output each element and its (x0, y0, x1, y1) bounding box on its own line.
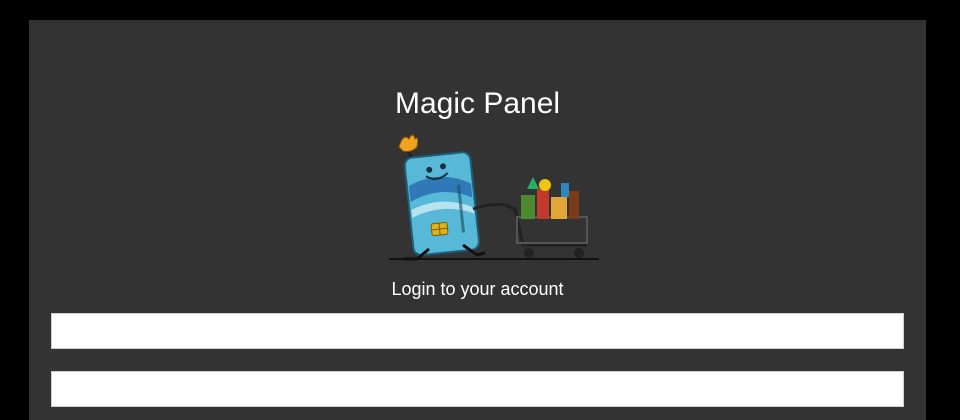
app-title: Magic Panel (394, 87, 561, 120)
username-field[interactable] (51, 313, 904, 349)
credit-card-mascot-icon (389, 134, 599, 261)
login-panel: Magic Panel Login to your account (29, 20, 926, 420)
password-field[interactable] (51, 371, 904, 407)
login-subtitle: Login to your account (391, 279, 564, 299)
